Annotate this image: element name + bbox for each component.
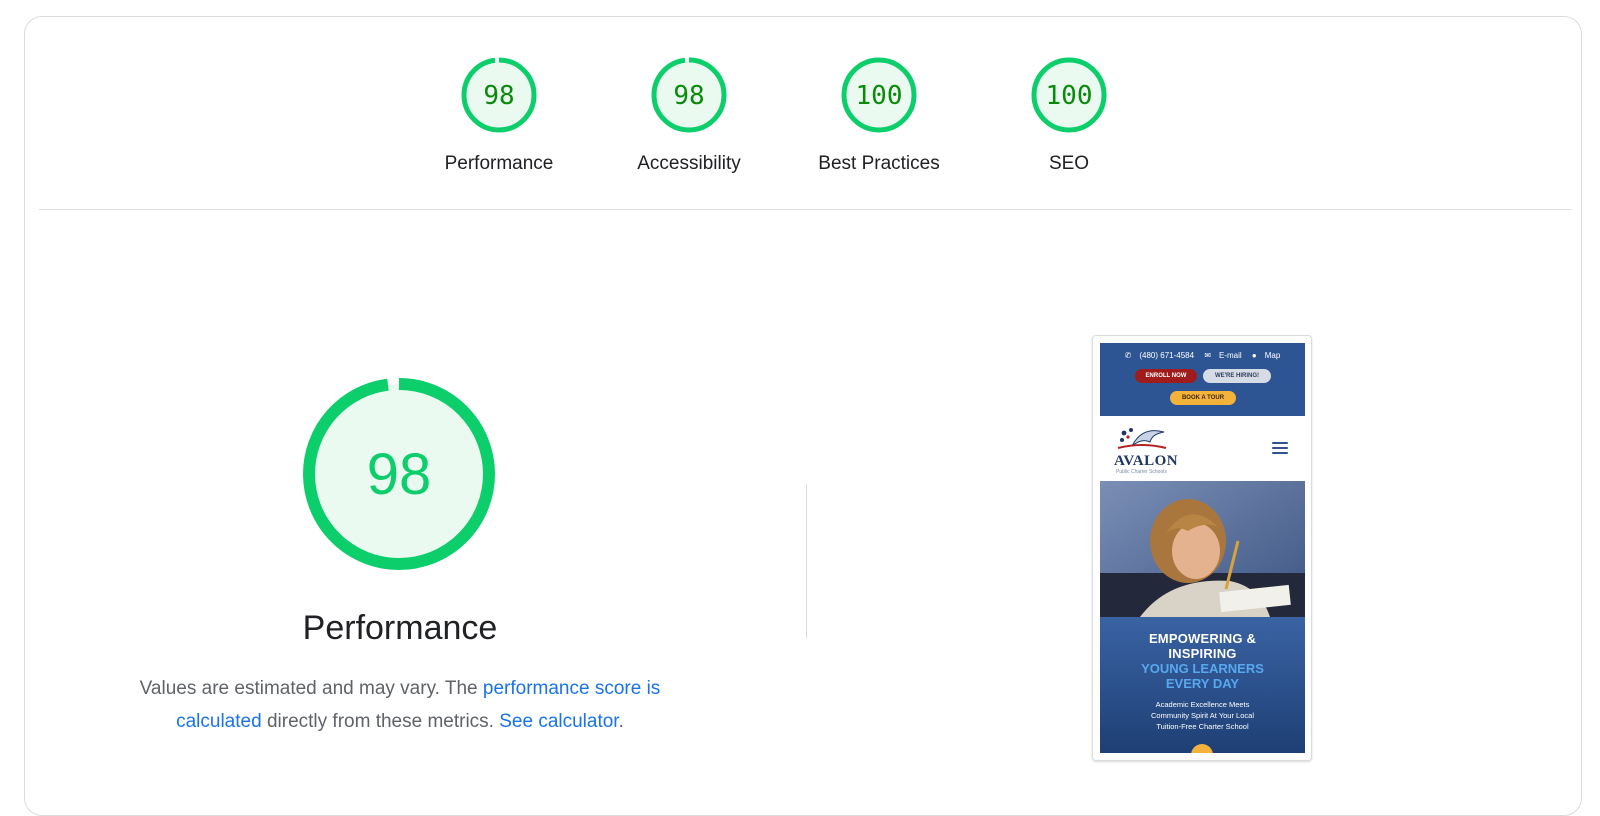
map-pin-icon: ● <box>1251 351 1257 360</box>
vertical-divider <box>806 484 807 638</box>
site-topbar: ✆ (480) 671-4584 ✉ E-mail ● Map ENROLL NOW … <box>1100 343 1305 416</box>
performance-description: Values are estimated and may vary. The p… <box>115 672 685 738</box>
gauge-performance[interactable]: 98 Performance <box>424 55 574 175</box>
gauge-seo[interactable]: 100 SEO <box>994 55 1144 175</box>
seo-gauge-icon: 100 <box>1031 57 1107 133</box>
phone-icon: ✆ <box>1124 351 1132 360</box>
performance-score: 98 <box>367 442 432 507</box>
gauge-score: 100 <box>1046 81 1093 111</box>
hero-line: YOUNG LEARNERS <box>1141 661 1264 676</box>
see-calculator-link[interactable]: See calculator <box>499 711 618 732</box>
hiring-button: WE'RE HIRING! <box>1203 369 1271 383</box>
gauge-label: Performance <box>444 153 554 174</box>
hero-text: Academic Excellence Meets <box>1155 700 1250 709</box>
score-summary: 98 Performance 98 Accessibility 100 Best… <box>25 17 1581 207</box>
scroll-button-icon <box>1191 744 1213 753</box>
email-link: E-mail <box>1219 351 1242 360</box>
gauge-score: 100 <box>856 81 903 111</box>
gauge-accessibility[interactable]: 98 Accessibility <box>614 55 764 175</box>
site-header: AVALON Public Charter Schools <box>1100 416 1305 481</box>
tour-button: BOOK A TOUR <box>1170 391 1236 405</box>
site-logo-text: AVALON <box>1114 453 1179 469</box>
final-screenshot[interactable]: ✆ (480) 671-4584 ✉ E-mail ● Map ENROLL NOW … <box>1092 335 1312 761</box>
hero-photo <box>1100 481 1305 617</box>
report-card: 98 Performance 98 Accessibility 100 Best… <box>24 16 1582 816</box>
gauge-label: SEO <box>1048 153 1090 174</box>
hero-text: Community Spirit At Your Local <box>1151 711 1254 720</box>
gauge-label: Accessibility <box>637 153 741 174</box>
gauge-label: Best Practices <box>818 153 940 174</box>
hero-text: Tuition-Free Charter School <box>1156 722 1249 731</box>
site-logo-subtitle: Public Charter Schools <box>1116 469 1167 475</box>
email-icon: ✉ <box>1204 351 1212 360</box>
performance-gauge-icon: 98 <box>461 57 537 133</box>
hero-line: EMPOWERING & <box>1148 631 1257 646</box>
hero-line: INSPIRING <box>1168 646 1237 661</box>
performance-title: Performance <box>302 609 498 647</box>
section-divider <box>39 209 1571 210</box>
gauge-score: 98 <box>483 81 514 111</box>
accessibility-gauge-icon: 98 <box>651 57 727 133</box>
enroll-button: ENROLL NOW <box>1135 369 1197 383</box>
performance-big-gauge-icon: 98 <box>303 378 495 570</box>
best-practices-gauge-icon: 100 <box>841 57 917 133</box>
gauge-best-practices[interactable]: 100 Best Practices <box>804 55 954 175</box>
desc-text: directly from these metrics. <box>261 711 500 732</box>
contact-row: ✆ (480) 671-4584 ✉ E-mail ● Map <box>1100 351 1305 360</box>
hamburger-menu-icon <box>1272 442 1288 454</box>
hero-line: EVERY DAY <box>1165 676 1240 691</box>
desc-text: . <box>618 711 624 732</box>
map-link: Map <box>1264 351 1281 360</box>
eagle-logo-icon <box>1117 428 1167 449</box>
phone-number: (480) 671-4584 <box>1139 351 1195 360</box>
screenshot-screen: ✆ (480) 671-4584 ✉ E-mail ● Map ENROLL NOW … <box>1100 343 1305 753</box>
gauge-score: 98 <box>673 81 704 111</box>
desc-text: Values are estimated and may vary. The <box>139 678 483 699</box>
hero-banner: EMPOWERING & INSPIRING YOUNG LEARNERS EV… <box>1100 617 1305 753</box>
